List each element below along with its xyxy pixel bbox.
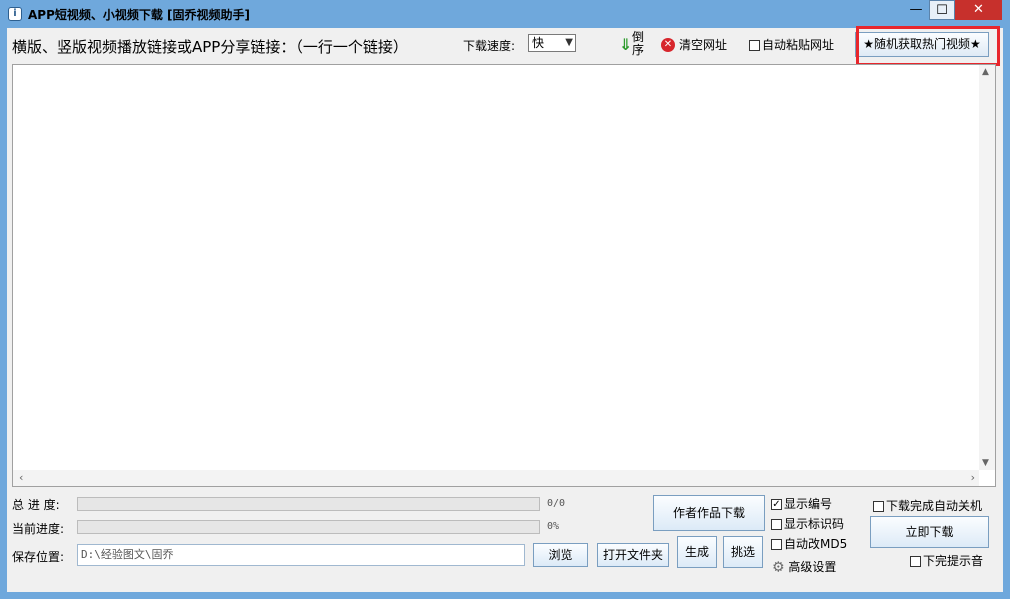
show-number-checkbox[interactable]: 显示编号 <box>771 495 832 512</box>
auto-shutdown-box[interactable] <box>873 501 884 512</box>
download-now-button[interactable]: 立即下载 <box>870 516 989 548</box>
save-location-label: 保存位置: <box>12 550 65 564</box>
current-progress-bar <box>77 520 540 534</box>
speed-value: 快 <box>532 36 545 50</box>
chevron-down-icon: ▼ <box>565 37 573 48</box>
window-title: APP短视频、小视频下载 [固乔视频助手] <box>28 8 251 22</box>
show-id-code-label: 显示标识码 <box>784 517 845 531</box>
main-panel: 横版、竖版视频播放链接或APP分享链接：（一行一个链接） 下载速度: 快 ▼ ⇓… <box>7 26 1003 592</box>
highlight-box <box>856 26 1000 66</box>
author-works-download-button[interactable]: 作者作品下载 <box>653 495 765 531</box>
url-input-area[interactable]: ▲ ▼ ‹ › <box>12 64 996 487</box>
total-progress-label: 总 进 度: <box>12 498 60 512</box>
show-id-code-checkbox[interactable]: 显示标识码 <box>771 515 844 532</box>
scroll-left-icon[interactable]: ‹ <box>19 471 23 484</box>
show-number-label: 显示编号 <box>784 497 833 511</box>
advanced-settings-label: 高级设置 <box>788 560 837 574</box>
maximize-button[interactable]: ☐ <box>929 0 955 20</box>
scroll-down-icon[interactable]: ▼ <box>982 458 989 468</box>
clear-urls-button[interactable]: ✕ 清空网址 <box>661 36 727 53</box>
total-progress-text: 0/0 <box>547 498 566 509</box>
current-progress-text: 0% <box>547 521 560 532</box>
minimize-button[interactable]: — <box>903 0 929 20</box>
auto-md5-label: 自动改MD5 <box>784 537 848 551</box>
arrow-down-icon: ⇓ <box>619 35 633 54</box>
clear-urls-label: 清空网址 <box>679 38 728 52</box>
pick-button[interactable]: 挑选 <box>723 536 763 568</box>
total-progress-bar <box>77 497 540 511</box>
app-window: i APP短视频、小视频下载 [固乔视频助手] — ☐ ✕ 横版、竖版视频播放链… <box>0 0 1010 599</box>
show-number-box[interactable] <box>771 499 782 510</box>
open-folder-button[interactable]: 打开文件夹 <box>597 543 669 567</box>
save-path-input[interactable]: D:\经验图文\固乔 <box>77 544 525 566</box>
auto-md5-box[interactable] <box>771 539 782 550</box>
auto-shutdown-label: 下载完成自动关机 <box>886 499 983 513</box>
vertical-scrollbar[interactable]: ▲ ▼ <box>979 65 995 470</box>
generate-button[interactable]: 生成 <box>677 536 717 568</box>
browse-button[interactable]: 浏览 <box>533 543 588 567</box>
auto-paste-checkbox[interactable]: 自动粘贴网址 <box>749 36 834 53</box>
done-sound-label: 下完提示音 <box>923 554 984 568</box>
horizontal-scrollbar[interactable]: ‹ › <box>13 470 979 486</box>
clear-icon: ✕ <box>661 37 675 52</box>
title-bar[interactable]: i APP短视频、小视频下载 [固乔视频助手] — ☐ ✕ <box>0 0 1010 28</box>
advanced-settings-button[interactable]: ⚙ 高级设置 <box>772 558 836 576</box>
speed-select[interactable]: 快 ▼ <box>528 34 576 52</box>
links-label: 横版、竖版视频播放链接或APP分享链接：（一行一个链接） <box>12 38 408 56</box>
auto-shutdown-checkbox[interactable]: 下载完成自动关机 <box>873 497 982 514</box>
reverse-order-button[interactable]: ⇓ 倒序 <box>619 31 647 59</box>
auto-paste-box[interactable] <box>749 40 760 51</box>
close-button[interactable]: ✕ <box>955 0 1002 20</box>
auto-paste-label: 自动粘贴网址 <box>762 38 835 52</box>
scroll-up-icon[interactable]: ▲ <box>982 67 989 77</box>
done-sound-box[interactable] <box>910 556 921 567</box>
current-progress-label: 当前进度: <box>12 522 65 536</box>
app-icon: i <box>8 7 22 21</box>
reverse-order-label: 倒序 <box>632 30 645 57</box>
done-sound-checkbox[interactable]: 下完提示音 <box>910 552 983 569</box>
gear-icon: ⚙ <box>772 559 785 576</box>
show-id-code-box[interactable] <box>771 519 782 530</box>
auto-md5-checkbox[interactable]: 自动改MD5 <box>771 535 847 552</box>
speed-label: 下载速度: <box>463 39 516 53</box>
scroll-right-icon[interactable]: › <box>971 471 975 484</box>
